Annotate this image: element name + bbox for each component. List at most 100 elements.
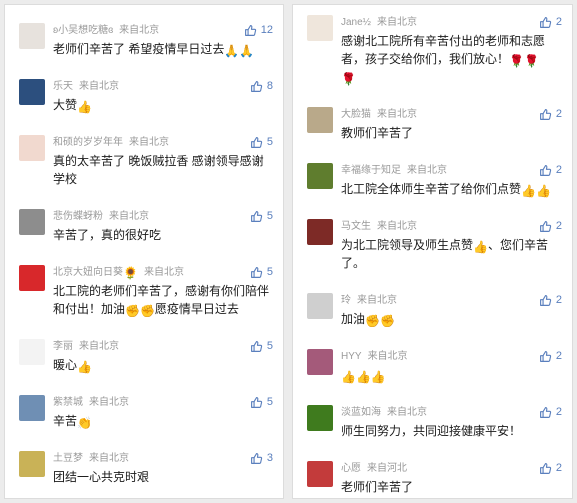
- like-button[interactable]: 2: [539, 349, 562, 363]
- comment-meta: Jane½ 来自北京: [341, 16, 417, 29]
- thumb-up-icon: [539, 462, 552, 475]
- like-count: 2: [555, 108, 562, 120]
- avatar-flag-icon[interactable]: [19, 265, 45, 291]
- user-location: 来自北京: [109, 211, 149, 222]
- user-name[interactable]: 紫禁城: [53, 397, 83, 408]
- avatar-leaf-icon[interactable]: [307, 405, 333, 431]
- like-button[interactable]: 2: [539, 107, 562, 121]
- thumb-up-icon: [539, 108, 552, 121]
- avatar-cartoon-icon[interactable]: [19, 339, 45, 365]
- avatar-sunflower-icon[interactable]: [19, 79, 45, 105]
- user-location: 来自河北: [367, 463, 407, 474]
- avatar-person-icon[interactable]: [307, 461, 333, 487]
- comment-meta: HYY 来自北京: [341, 350, 408, 363]
- comment-body: 大赞: [53, 98, 78, 112]
- user-location: 来自北京: [407, 165, 447, 176]
- thumb-up-icon: [250, 210, 263, 223]
- comment-list-right: Jane½ 来自北京 2 感谢北工院所有辛苦付出的老师和志愿者，孩子交给你们，我们放心…: [292, 4, 573, 499]
- thumb-up-icon: [250, 80, 263, 93]
- user-name[interactable]: 乐天: [53, 81, 73, 92]
- user-name[interactable]: 心愿: [341, 463, 361, 474]
- user-name[interactable]: HYY: [341, 351, 362, 362]
- avatar-dogs-icon[interactable]: [307, 293, 333, 319]
- comment-text: 真的太辛苦了 晚饭贼拉香 感谢领导感谢学校: [53, 152, 269, 188]
- comment-meta: 幸福缘于知足 来自北京: [341, 164, 447, 177]
- like-button[interactable]: 2: [539, 405, 562, 419]
- user-name[interactable]: 李丽: [53, 341, 73, 352]
- like-button[interactable]: 5: [250, 395, 273, 409]
- thumb-up-icon: [539, 220, 552, 233]
- comment-item: 土豆梦 来自北京 3 团结一心共克时艰: [5, 451, 283, 498]
- comment-item: 大脸猫 来自北京 2 教师们辛苦了: [293, 107, 572, 157]
- comment-emoji: 👏: [77, 416, 92, 430]
- user-name[interactable]: 淡蓝如海: [341, 407, 381, 418]
- user-location: 来自北京: [89, 397, 129, 408]
- thumb-up-icon: [244, 24, 257, 37]
- comment-meta: 心愿 来自河北: [341, 462, 407, 475]
- comment-meta: 马文生 来自北京: [341, 220, 417, 233]
- comment-text: 北工院全体师生辛苦了给你们点赞👍👍: [341, 180, 558, 198]
- like-count: 3: [266, 452, 273, 464]
- user-name[interactable]: Jane½: [341, 17, 371, 28]
- comment-meta: ʚ小吴想吃糖ɞ 来自北京: [53, 24, 159, 37]
- comment-emoji: 👍👍: [521, 184, 551, 198]
- comment-text: 加油✊✊: [341, 310, 558, 328]
- user-name[interactable]: 大脸猫: [341, 109, 371, 120]
- avatar-car-icon[interactable]: [19, 451, 45, 477]
- avatar-cat-icon[interactable]: [307, 107, 333, 133]
- comment-body: 为北工院领导及师生点赞: [341, 238, 474, 252]
- like-button[interactable]: 2: [539, 163, 562, 177]
- comment-body: 加油: [341, 312, 366, 326]
- avatar-flower-icon[interactable]: [307, 349, 333, 375]
- user-name[interactable]: 和硕的岁岁年年: [53, 137, 123, 148]
- comment-body: 老师们辛苦了 希望疫情早日过去: [53, 42, 225, 56]
- user-location: 来自北京: [377, 221, 417, 232]
- like-button[interactable]: 2: [539, 461, 562, 475]
- avatar-girl-icon[interactable]: [19, 23, 45, 49]
- like-count: 5: [266, 266, 273, 278]
- avatar-man-icon[interactable]: [307, 219, 333, 245]
- user-name[interactable]: ʚ小吴想吃糖ɞ: [53, 25, 113, 36]
- like-button[interactable]: 2: [539, 15, 562, 29]
- avatar-person-icon[interactable]: [19, 209, 45, 235]
- user-name[interactable]: 马文生: [341, 221, 371, 232]
- like-count: 2: [555, 220, 562, 232]
- avatar-sunflower-icon[interactable]: [307, 163, 333, 189]
- like-button[interactable]: 2: [539, 219, 562, 233]
- avatar-city-icon[interactable]: [19, 395, 45, 421]
- user-name[interactable]: 幸福缘于知足: [341, 165, 401, 176]
- like-count: 5: [266, 210, 273, 222]
- like-count: 2: [555, 406, 562, 418]
- user-name[interactable]: 土豆梦: [53, 453, 83, 464]
- comment-body-continued: 愿疫情早日过去: [154, 302, 239, 316]
- user-name[interactable]: 玲: [341, 295, 351, 306]
- user-name[interactable]: 悲伤蝶蚜粉: [53, 211, 103, 222]
- user-location: 来自北京: [89, 453, 129, 464]
- thumb-up-icon: [250, 136, 263, 149]
- comment-item: 和硕的岁岁年年 来自北京 5 真的太辛苦了 晚饭贼拉香 感谢领导感谢学校: [5, 135, 283, 188]
- like-button[interactable]: 8: [250, 79, 273, 93]
- like-button[interactable]: 2: [539, 293, 562, 307]
- comment-item: 紫禁城 来自北京 5 辛苦👏: [5, 395, 283, 445]
- comment-meta: 悲伤蝶蚜粉 来自北京: [53, 210, 149, 223]
- like-button[interactable]: 12: [244, 23, 273, 37]
- like-button[interactable]: 5: [250, 265, 273, 279]
- comment-body: 老师们辛苦了: [341, 480, 414, 494]
- like-button[interactable]: 3: [250, 451, 273, 465]
- like-count: 2: [555, 462, 562, 474]
- like-button[interactable]: 5: [250, 135, 273, 149]
- like-button[interactable]: 5: [250, 209, 273, 223]
- comment-item: HYY 来自北京 2 👍👍👍: [293, 349, 572, 399]
- comment-body: 暖心: [53, 358, 78, 372]
- comment-item: 淡蓝如海 来自北京 2 师生同努力，共同迎接健康平安！: [293, 405, 572, 455]
- like-button[interactable]: 5: [250, 339, 273, 353]
- user-name[interactable]: 北京大妞向日葵: [53, 267, 123, 278]
- like-count: 5: [266, 136, 273, 148]
- thumb-up-icon: [539, 294, 552, 307]
- thumb-up-icon: [539, 164, 552, 177]
- thumb-up-icon: [539, 350, 552, 363]
- comment-meta: 淡蓝如海 来自北京: [341, 406, 427, 419]
- avatar-girl-icon[interactable]: [307, 15, 333, 41]
- avatar-person-icon[interactable]: [19, 135, 45, 161]
- comment-emoji: ✊✊: [125, 304, 155, 318]
